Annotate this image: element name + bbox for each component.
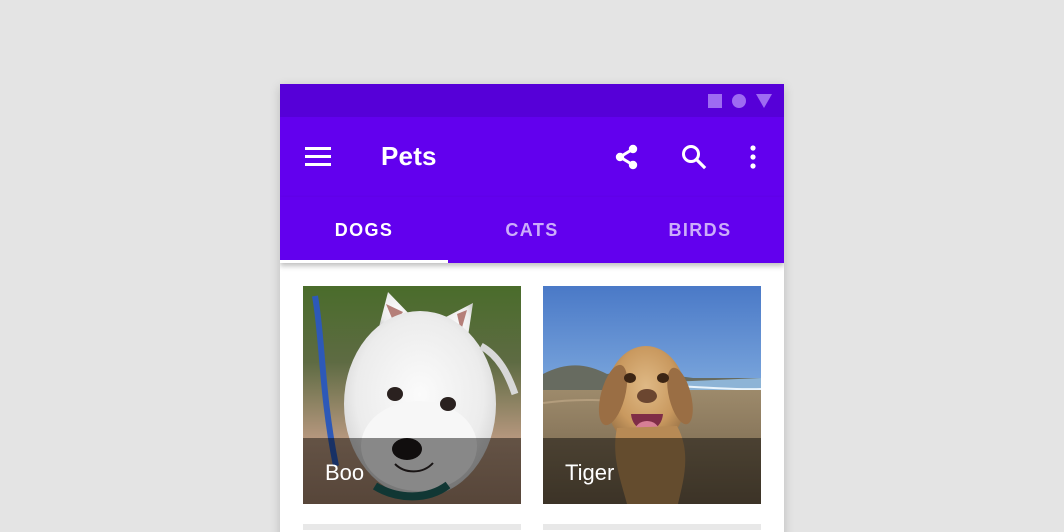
tab-bar: DOGS CATS BIRDS bbox=[280, 197, 784, 263]
triangle-icon bbox=[756, 93, 772, 108]
pet-card-boo[interactable]: Boo bbox=[303, 286, 521, 504]
pet-name: Boo bbox=[325, 460, 365, 485]
pet-card-placeholder bbox=[303, 524, 521, 530]
app-bar: Pets bbox=[280, 117, 784, 197]
caption-overlay: Boo bbox=[303, 438, 521, 504]
share-icon bbox=[615, 144, 638, 170]
phone-screen: Pets DOGS CATS BIRDS Boo Tiger bbox=[280, 84, 784, 532]
pet-name: Tiger bbox=[565, 460, 615, 485]
tab-dogs[interactable]: DOGS bbox=[280, 197, 448, 263]
circle-icon bbox=[732, 93, 746, 108]
pet-grid: Boo Tiger bbox=[280, 263, 784, 532]
pet-card-tiger[interactable]: Tiger bbox=[543, 286, 761, 504]
search-button[interactable] bbox=[674, 137, 714, 177]
menu-button[interactable] bbox=[299, 137, 339, 177]
menu-icon bbox=[305, 147, 331, 166]
status-bar bbox=[280, 84, 784, 117]
page-title: Pets bbox=[381, 141, 437, 171]
search-icon bbox=[682, 145, 707, 170]
tab-birds[interactable]: BIRDS bbox=[616, 197, 784, 263]
background-stage: Pets DOGS CATS BIRDS Boo Tiger bbox=[0, 0, 1064, 532]
caption-overlay: Tiger bbox=[543, 438, 761, 504]
pet-card-placeholder bbox=[543, 524, 761, 530]
more-vert-icon bbox=[750, 145, 756, 169]
more-options-button[interactable] bbox=[733, 137, 773, 177]
square-icon bbox=[708, 93, 722, 108]
tab-cats[interactable]: CATS bbox=[448, 197, 616, 263]
share-button[interactable] bbox=[607, 137, 647, 177]
